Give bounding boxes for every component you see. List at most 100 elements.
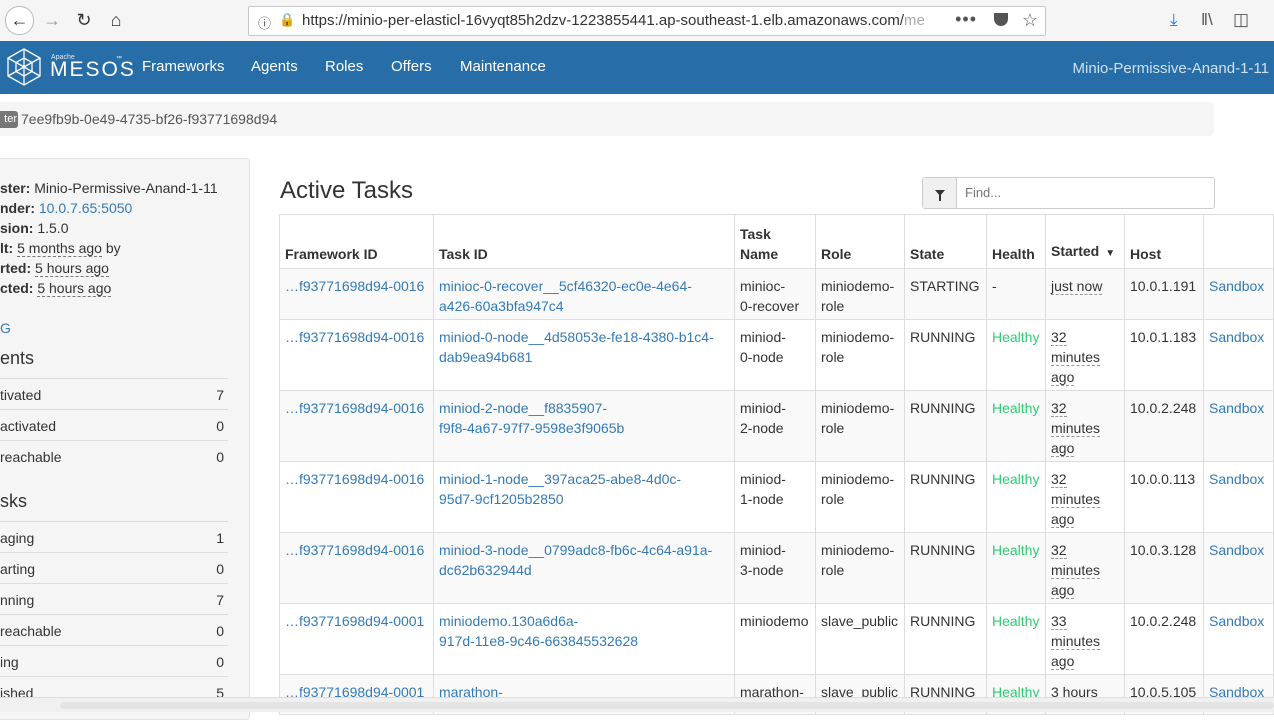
task-name-line1: miniod-	[740, 471, 786, 487]
agents-heading: ents	[0, 348, 35, 368]
col-task-id[interactable]: Task ID	[433, 214, 735, 269]
elected-info: cted: 5 hours ago	[0, 280, 112, 297]
task-name-line2: 0-recover	[740, 298, 800, 314]
task-name-line1: miniod-	[740, 329, 786, 345]
leader-info: nder: 10.0.7.65:5050	[0, 200, 132, 216]
health-cell: Healthy	[986, 390, 1046, 462]
bookmark-star-icon[interactable]: ☆	[1022, 10, 1038, 31]
nav-offers[interactable]: Offers	[391, 58, 432, 75]
col-framework-id[interactable]: Framework ID	[279, 214, 434, 269]
task-id-line1: miniodemo.130a6d6a-	[439, 613, 579, 629]
task-id-link[interactable]: minioc-0-recover__5cf46320-ec0e-4e64- a42…	[439, 278, 692, 314]
sandbox-cell: Sandbox	[1203, 268, 1274, 320]
col-task-name-line2: Name	[740, 246, 779, 262]
col-health[interactable]: Health	[986, 214, 1046, 269]
agents-activated-row: tivated 7	[0, 378, 228, 410]
lock-warning-icon[interactable]: 🔒	[279, 12, 295, 28]
home-icon[interactable]: ⌂	[102, 6, 130, 34]
url-text[interactable]: https://minio-per-elasticl-16vyqt85h2dzv…	[302, 12, 952, 29]
download-icon[interactable]: ⤓	[1170, 10, 1178, 30]
host-cell: 10.0.2.248	[1124, 603, 1204, 675]
task-name-line1: miniodemo	[740, 613, 809, 629]
nav-maintenance[interactable]: Maintenance	[460, 58, 546, 75]
info-icon[interactable]: ⓘ	[258, 13, 271, 32]
col-started-label: Started	[1051, 243, 1100, 259]
task-name-cell: miniodemo	[734, 603, 816, 675]
task-id-line2: dab9ea94b681	[439, 349, 533, 365]
library-icon[interactable]: ‖\	[1201, 10, 1213, 30]
started-part: minutes	[1051, 349, 1101, 366]
horizontal-scrollbar[interactable]	[0, 697, 1274, 712]
task-id-link[interactable]: miniod-3-node__0799adc8-fb6c-4c64-a91a-d…	[439, 542, 712, 578]
task-id-link[interactable]: miniod-1-node__397aca25-abe8-4d0c- 95d7-9…	[439, 471, 681, 507]
sandbox-link[interactable]: Sandbox	[1209, 278, 1264, 294]
task-id-line1: minioc-0-recover__5cf46320-ec0e-4e64-	[439, 278, 692, 294]
brand-mesos[interactable]: MESOS	[50, 58, 136, 82]
tasks-running-row: nning 7	[0, 583, 228, 615]
col-state[interactable]: State	[904, 214, 987, 269]
col-role[interactable]: Role	[815, 214, 905, 269]
task-id-cell: miniod-2-node__f8835907- f9f8-4a67-97f7-9…	[433, 390, 735, 462]
address-bar[interactable]: ⓘ 🔒 https://minio-per-elasticl-16vyqt85h…	[248, 6, 1046, 36]
sandbox-link[interactable]: Sandbox	[1209, 471, 1264, 487]
nav-frameworks[interactable]: Frameworks	[142, 58, 225, 75]
task-name-line1: minioc-	[740, 278, 786, 294]
col-started[interactable]: Started ▼	[1045, 214, 1125, 269]
back-arrow-icon[interactable]: ←	[5, 6, 34, 35]
find-box	[922, 177, 1215, 209]
sort-desc-icon: ▼	[1105, 248, 1116, 259]
task-name-line2: 0-node	[740, 349, 784, 365]
leader-link[interactable]: 10.0.7.65:5050	[39, 200, 132, 216]
state-cell: RUNNING	[904, 390, 987, 462]
row-label: activated	[0, 418, 57, 434]
browser-toolbar: ← → ↻ ⌂ ⓘ 🔒 https://minio-per-elasticl-1…	[0, 0, 1274, 42]
col-host[interactable]: Host	[1124, 214, 1204, 269]
task-id-link[interactable]: miniod-0-node__4d58053e-fe18-4380-b1c4- d…	[439, 329, 714, 365]
row-value: 0	[216, 623, 224, 639]
started-part: ago	[1051, 511, 1075, 528]
task-id-line2: dc62b632944d	[439, 562, 532, 578]
cluster-sidebar: ster: Minio-Permissive-Anand-1-11 nder: …	[0, 158, 250, 720]
task-name-cell: miniod- 0-node	[734, 319, 816, 391]
pocket-icon[interactable]	[994, 13, 1008, 26]
table-row: …f93771698d94-0016 minioc-0-recover__5cf4…	[279, 268, 1274, 320]
page-actions-icon[interactable]: •••	[955, 9, 977, 30]
host-cell: 10.0.2.248	[1124, 390, 1204, 462]
mesos-logo-icon[interactable]	[5, 47, 43, 87]
log-link[interactable]: G	[0, 320, 11, 336]
nav-agents[interactable]: Agents	[251, 58, 298, 75]
framework-id-link[interactable]: …f93771698d94-0016	[285, 329, 424, 345]
task-id-link[interactable]: miniodemo.130a6d6a- 917d-11e8-9c46-663845…	[439, 613, 638, 649]
started-part: 32	[1051, 471, 1067, 488]
sandbox-link[interactable]: Sandbox	[1209, 329, 1264, 345]
built-info: lt: 5 months ago by	[0, 240, 121, 257]
started-value: 5 hours ago	[35, 260, 109, 277]
framework-id-link[interactable]: …f93771698d94-0016	[285, 542, 424, 558]
task-id-line2: f9f8-4a67-97f7-9598e3f9065b	[439, 420, 625, 436]
reload-icon[interactable]: ↻	[70, 6, 98, 34]
version-value: 1.5.0	[37, 220, 69, 236]
task-name-line2: 2-node	[740, 420, 784, 436]
nav-roles[interactable]: Roles	[325, 58, 363, 75]
sandbox-link[interactable]: Sandbox	[1209, 400, 1264, 416]
sandbox-link[interactable]: Sandbox	[1209, 613, 1264, 629]
task-id-cell: miniod-0-node__4d58053e-fe18-4380-b1c4- d…	[433, 319, 735, 391]
task-id-cell: minioc-0-recover__5cf46320-ec0e-4e64- a42…	[433, 268, 735, 320]
col-task-name[interactable]: Task Name	[734, 214, 816, 269]
task-name-cell: miniod- 2-node	[734, 390, 816, 462]
framework-id-link[interactable]: …f93771698d94-0016	[285, 471, 424, 487]
sidebar-icon[interactable]: ◫	[1233, 10, 1249, 30]
started-part: minutes	[1051, 562, 1101, 579]
forward-arrow-icon[interactable]: →	[38, 6, 66, 34]
sandbox-link[interactable]: Sandbox	[1209, 542, 1264, 558]
sandbox-cell: Sandbox	[1203, 319, 1274, 391]
framework-id-link[interactable]: …f93771698d94-0016	[285, 400, 424, 416]
task-id-link[interactable]: miniod-2-node__f8835907- f9f8-4a67-97f7-9…	[439, 400, 624, 436]
framework-id-link[interactable]: …f93771698d94-0016	[285, 278, 424, 294]
filter-button[interactable]	[923, 178, 957, 208]
framework-id-link[interactable]: …f93771698d94-0001	[285, 613, 424, 629]
role-cell: miniodemo-role	[815, 532, 905, 604]
find-input[interactable]	[965, 185, 1205, 200]
url-main: https://minio-per-elasticl-16vyqt85h2dzv…	[302, 12, 904, 29]
scrollbar-thumb[interactable]	[60, 702, 1274, 709]
